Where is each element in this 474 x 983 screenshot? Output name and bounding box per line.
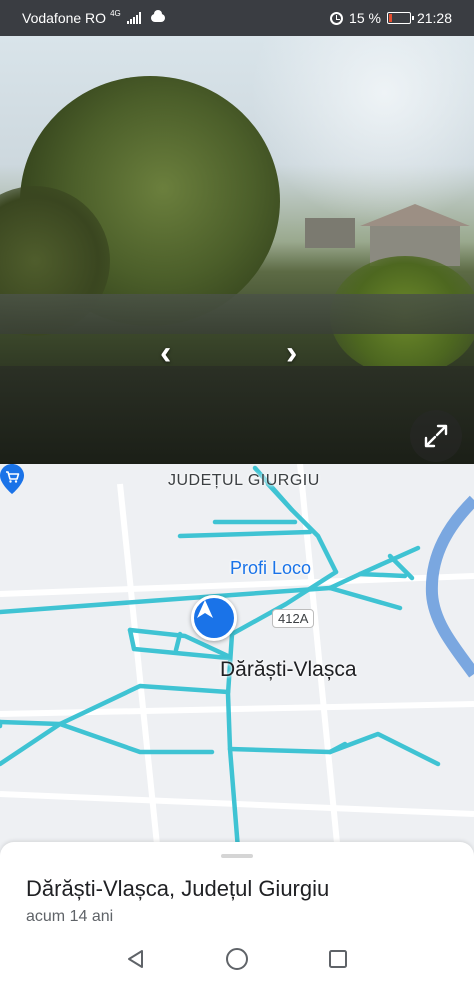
drag-handle[interactable] xyxy=(221,854,253,858)
place-title: Dărăști-Vlașca, Județul Giurgiu xyxy=(26,876,330,901)
chevron-right-icon[interactable]: › xyxy=(286,336,297,370)
village-label: Dărăști-Vlașca xyxy=(220,658,357,681)
street-view-panorama[interactable]: ‹ › xyxy=(0,36,474,464)
clock: 21:28 xyxy=(416,10,452,26)
battery-icon xyxy=(386,12,414,24)
road-number-badge: 412A xyxy=(272,609,315,628)
recents-button[interactable] xyxy=(325,946,351,972)
screen: Vodafone RO 4G 15 % 21:28 ‹ › JUDEȚUL GI… xyxy=(0,0,474,983)
status-left: Vodafone RO 4G xyxy=(22,8,165,26)
navigation-arrow-icon xyxy=(197,600,213,618)
triangle-back-icon xyxy=(128,950,143,968)
house xyxy=(305,218,355,248)
battery-percent: 15 % xyxy=(349,10,381,26)
status-right: 15 % 21:28 xyxy=(330,10,452,26)
road xyxy=(0,366,474,464)
signal-icon xyxy=(126,12,141,24)
county-label: JUDEȚUL GIURGIU xyxy=(168,472,320,489)
square-recents-icon xyxy=(329,950,347,968)
navigation-bar xyxy=(0,934,474,983)
carrier-name: Vodafone RO xyxy=(22,10,107,26)
status-bar: Vodafone RO 4G 15 % 21:28 xyxy=(0,0,474,36)
house-roof xyxy=(360,204,470,226)
poi-label[interactable]: Profi Loco xyxy=(230,558,311,579)
chevron-left-icon[interactable]: ‹ xyxy=(160,336,171,370)
place-bottom-sheet[interactable]: Dărăști-Vlașca, Județul Giurgiu acum 14 … xyxy=(0,842,474,940)
fence xyxy=(0,294,474,334)
sky xyxy=(250,36,474,226)
river xyxy=(425,495,474,678)
street-view-coverage xyxy=(0,465,441,874)
map[interactable]: JUDEȚUL GIURGIU Profi Loco 412A Dărăști-… xyxy=(0,464,474,874)
expand-button[interactable] xyxy=(410,410,462,462)
network-type: 4G xyxy=(110,8,121,18)
cloud-icon xyxy=(150,10,165,22)
back-button[interactable] xyxy=(123,946,149,972)
capture-date: acum 14 ani xyxy=(26,908,114,925)
expand-diagonal-icon xyxy=(424,424,448,448)
circle-home-icon xyxy=(226,948,248,970)
street-view-position-marker[interactable] xyxy=(191,595,237,641)
home-button[interactable] xyxy=(224,946,250,972)
alarm-icon xyxy=(330,11,344,25)
shopping-cart-pin-icon[interactable] xyxy=(0,464,24,494)
